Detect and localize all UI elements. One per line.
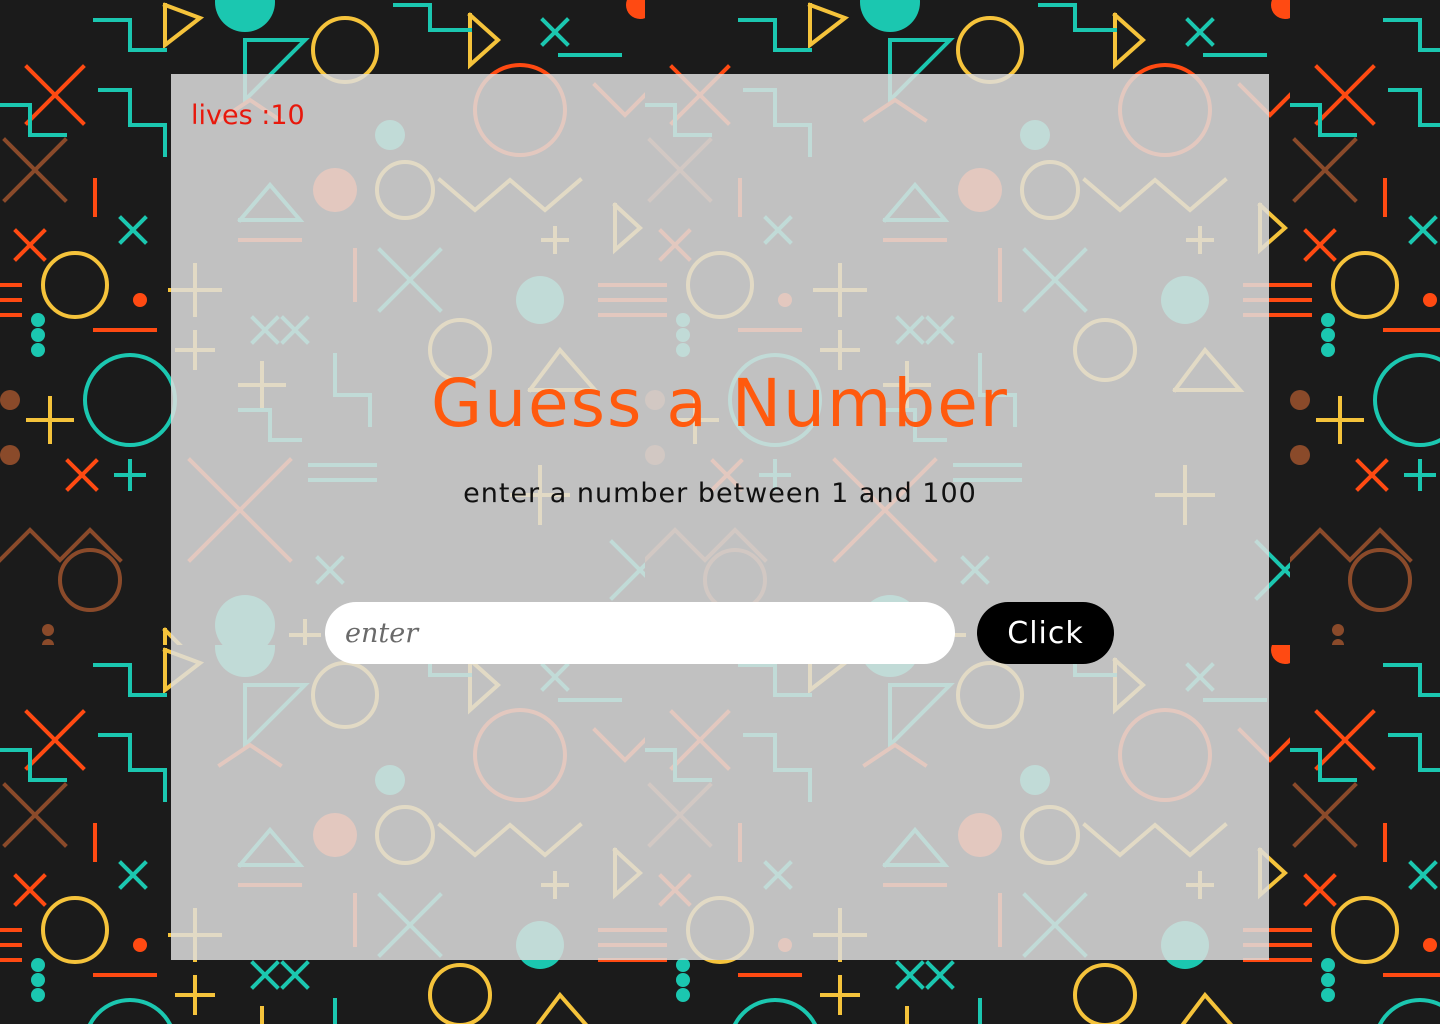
lives-value: 10 [270, 100, 305, 131]
lives-label: lives : [191, 100, 271, 131]
game-card: lives : 10 Guess a Number enter a number… [171, 74, 1269, 960]
instruction-text: enter a number between 1 and 100 [463, 478, 977, 509]
submit-guess-button[interactable]: Click [977, 602, 1114, 664]
guess-input[interactable] [325, 602, 955, 664]
page-title: Guess a Number [431, 365, 1009, 442]
lives-counter: lives : 10 [191, 100, 305, 131]
